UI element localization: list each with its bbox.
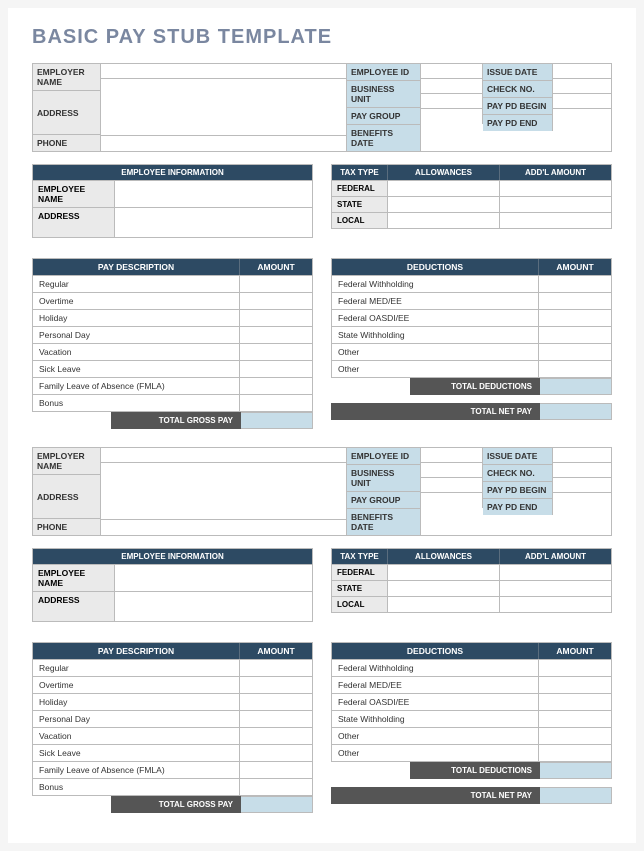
val-pay-group — [421, 94, 483, 109]
ded-row: State Withholding — [332, 326, 539, 343]
val-emp-name — [115, 180, 312, 207]
paystub-2: EMPLOYER NAME ADDRESS PHONE EMPLOYEE ID … — [32, 447, 612, 813]
tax-state: STATE — [332, 196, 388, 212]
lbl-phone: PHONE — [33, 135, 101, 151]
deductions-table: DEDUCTIONSAMOUNT Federal Withholding Fed… — [331, 642, 612, 762]
ded-row: Other — [332, 360, 539, 377]
pay-table: PAY DESCRIPTIONAMOUNT Regular Overtime H… — [32, 258, 313, 412]
val-employee-id — [421, 64, 483, 79]
tax-table: TAX TYPE ALLOWANCES ADD'L AMOUNT FEDERAL… — [331, 548, 612, 613]
ded-row: Other — [332, 343, 539, 360]
val-address — [101, 79, 347, 136]
lbl-employer-name: EMPLOYER NAME — [33, 64, 101, 91]
pay-row: Holiday — [33, 309, 240, 326]
lbl-address: ADDRESS — [33, 91, 101, 135]
lbl-total-net: TOTAL NET PAY — [331, 403, 540, 420]
total-gross-row: TOTAL GROSS PAY — [32, 412, 313, 429]
val-pay-pd-end — [553, 109, 611, 124]
ded-row: Federal MED/EE — [332, 292, 539, 309]
lbl-address: ADDRESS — [33, 475, 101, 519]
paystub-1: EMPLOYER NAME ADDRESS PHONE EMPLOYEE ID … — [32, 63, 612, 429]
pay-row: Personal Day — [33, 326, 240, 343]
th-ded-desc: DEDUCTIONS — [332, 259, 539, 275]
th-allowances: ALLOWANCES — [388, 165, 500, 180]
employer-header: EMPLOYER NAME ADDRESS PHONE EMPLOYEE ID … — [32, 63, 612, 152]
val-employer-name — [101, 64, 347, 79]
empinfo-header: EMPLOYEE INFORMATION — [33, 165, 312, 180]
lbl-phone: PHONE — [33, 519, 101, 535]
val-total-net — [540, 403, 612, 420]
lbl-emp-address: ADDRESS — [33, 207, 115, 237]
lbl-business-unit: BUSINESS UNIT — [347, 81, 421, 108]
val-check-no — [553, 79, 611, 94]
tax-federal: FEDERAL — [332, 180, 388, 196]
tax-table: TAX TYPE ALLOWANCES ADD'L AMOUNT FEDERAL… — [331, 164, 612, 229]
employer-header: EMPLOYER NAME ADDRESS PHONE EMPLOYEE ID … — [32, 447, 612, 536]
val-phone — [101, 136, 347, 151]
total-net-row: TOTAL NET PAY — [331, 403, 612, 420]
th-ded-amt: AMOUNT — [539, 259, 611, 275]
th-addl-amount: ADD'L AMOUNT — [500, 165, 611, 180]
lbl-emp-name: EMPLOYEE NAME — [33, 180, 115, 207]
page: BASIC PAY STUB TEMPLATE EMPLOYER NAME AD… — [8, 8, 636, 843]
th-pay-desc: PAY DESCRIPTION — [33, 259, 240, 275]
val-total-gross — [241, 412, 313, 429]
val-business-unit — [421, 79, 483, 94]
ded-row: Federal Withholding — [332, 275, 539, 292]
val-emp-address — [115, 207, 312, 237]
val-pay-pd-begin — [553, 94, 611, 109]
val-total-ded — [540, 378, 612, 395]
lbl-pay-pd-end: PAY PD END — [483, 115, 553, 131]
pay-row: Bonus — [33, 394, 240, 411]
page-title: BASIC PAY STUB TEMPLATE — [32, 26, 612, 49]
pay-row: Regular — [33, 275, 240, 292]
pay-row: Family Leave of Absence (FMLA) — [33, 377, 240, 394]
val-benefits-date — [421, 109, 483, 124]
val-issue-date — [553, 64, 611, 79]
pay-row: Sick Leave — [33, 360, 240, 377]
pay-table: PAY DESCRIPTIONAMOUNT Regular Overtime H… — [32, 642, 313, 796]
deductions-table: DEDUCTIONSAMOUNT Federal Withholding Fed… — [331, 258, 612, 378]
lbl-employee-id: EMPLOYEE ID — [347, 64, 421, 81]
total-deductions-row: TOTAL DEDUCTIONS — [331, 378, 612, 395]
th-pay-amt: AMOUNT — [240, 259, 312, 275]
lbl-benefits-date: BENEFITS DATE — [347, 125, 421, 151]
th-tax-type: TAX TYPE — [332, 165, 388, 180]
pay-row: Overtime — [33, 292, 240, 309]
lbl-pay-group: PAY GROUP — [347, 108, 421, 125]
tax-local: LOCAL — [332, 212, 388, 228]
employee-info: EMPLOYEE INFORMATION EMPLOYEE NAME ADDRE… — [32, 164, 313, 238]
employee-info: EMPLOYEE INFORMATION EMPLOYEE NAME ADDRE… — [32, 548, 313, 622]
pay-row: Vacation — [33, 343, 240, 360]
lbl-pay-pd-begin: PAY PD BEGIN — [483, 98, 553, 115]
lbl-total-ded: TOTAL DEDUCTIONS — [410, 378, 540, 395]
lbl-employer-name: EMPLOYER NAME — [33, 448, 101, 475]
lbl-issue-date: ISSUE DATE — [483, 64, 553, 81]
lbl-total-gross: TOTAL GROSS PAY — [111, 412, 241, 429]
ded-row: Federal OASDI/EE — [332, 309, 539, 326]
lbl-check-no: CHECK NO. — [483, 81, 553, 98]
